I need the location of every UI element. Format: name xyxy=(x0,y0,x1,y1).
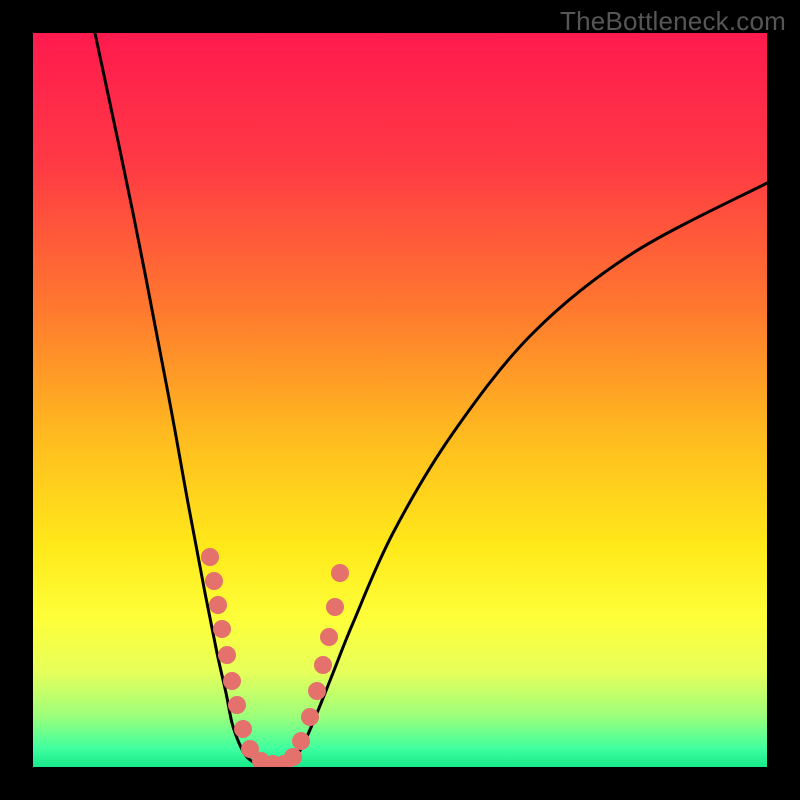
data-point xyxy=(234,720,252,738)
outer-frame: TheBottleneck.com xyxy=(0,0,800,800)
chart-canvas xyxy=(33,33,767,767)
data-point xyxy=(292,732,310,750)
data-point xyxy=(326,598,344,616)
data-point xyxy=(320,628,338,646)
plot-area xyxy=(33,33,767,767)
data-point xyxy=(284,748,302,766)
data-point xyxy=(331,564,349,582)
data-point xyxy=(205,572,223,590)
watermark-text: TheBottleneck.com xyxy=(560,6,786,37)
data-point xyxy=(301,708,319,726)
data-point xyxy=(218,646,236,664)
background-gradient xyxy=(33,33,767,767)
data-point xyxy=(314,656,332,674)
data-point xyxy=(213,620,231,638)
data-point xyxy=(228,696,246,714)
data-point xyxy=(308,682,326,700)
data-point xyxy=(209,596,227,614)
data-point xyxy=(201,548,219,566)
data-point xyxy=(223,672,241,690)
